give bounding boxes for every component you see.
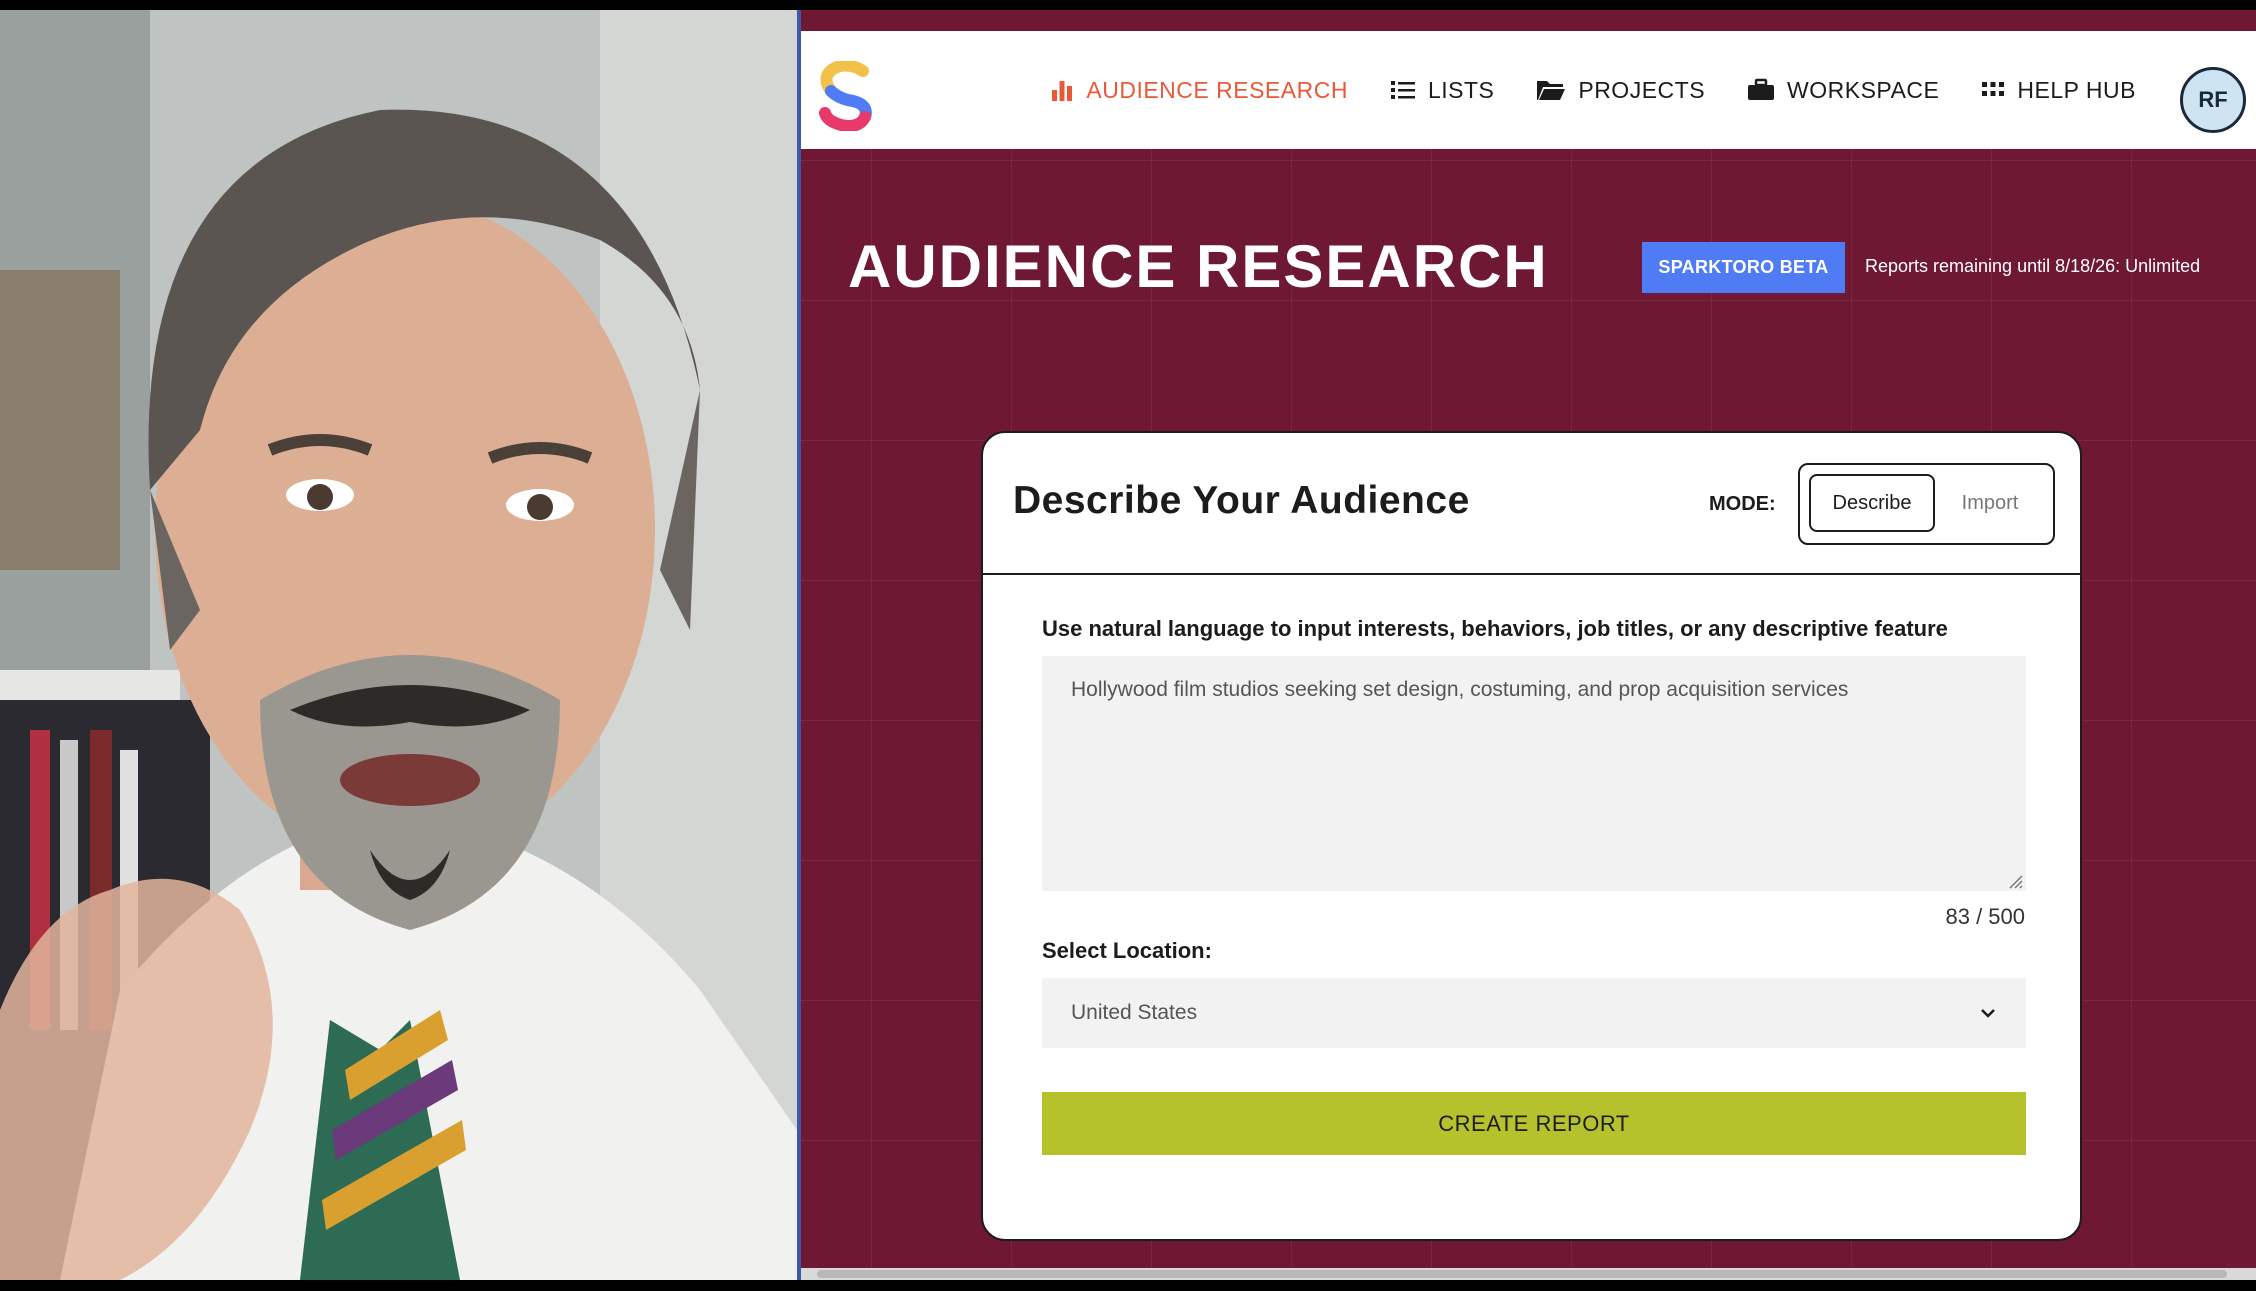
- nav-workspace-label: WORKSPACE: [1787, 76, 1940, 103]
- mode-label: MODE:: [1709, 493, 1776, 515]
- briefcase-icon: [1748, 78, 1775, 100]
- bar-chart-icon: [1052, 81, 1073, 101]
- nav-audience-research[interactable]: AUDIENCE RESEARCH: [1050, 77, 1348, 104]
- nav-lists[interactable]: LISTS: [1390, 77, 1494, 104]
- mode-import-button[interactable]: Import: [1940, 474, 2040, 532]
- location-label: Select Location:: [1042, 938, 1212, 963]
- webcam-feed: [0, 10, 797, 1280]
- presenter-video-frame: [0, 10, 797, 1280]
- list-icon: [1390, 81, 1415, 99]
- scrollbar-thumb[interactable]: [817, 1270, 2227, 1278]
- sparktoro-logo-icon[interactable]: [817, 61, 875, 131]
- horizontal-scrollbar[interactable]: [801, 1268, 2256, 1280]
- beta-badge: SPARKTORO BETA: [1642, 242, 1845, 293]
- sparktoro-app: AUDIENCE RESEARCH LISTS PROJECTS WORKSPA…: [801, 10, 2256, 1280]
- describe-audience-card: Describe Your Audience MODE: Describe Im…: [981, 431, 2082, 1241]
- page-title: AUDIENCE RESEARCH: [848, 233, 1549, 300]
- location-selected-value: United States: [1071, 1001, 1198, 1024]
- chevron-down-icon: [1981, 1009, 1995, 1018]
- audience-description-input[interactable]: Hollywood film studios seeking set desig…: [1042, 656, 2026, 891]
- card-title: Describe Your Audience: [1013, 479, 1470, 522]
- nav-help-hub-label: HELP HUB: [2017, 76, 2136, 103]
- grid-icon: [1982, 82, 2005, 96]
- resize-grip-icon[interactable]: [2007, 873, 2023, 889]
- nav-projects[interactable]: PROJECTS: [1536, 77, 1705, 104]
- nav-workspace[interactable]: WORKSPACE: [1747, 77, 1939, 104]
- location-select[interactable]: United States: [1042, 978, 2026, 1048]
- user-avatar[interactable]: RF: [2180, 67, 2246, 133]
- folder-icon: [1537, 81, 1566, 100]
- nav-projects-label: PROJECTS: [1578, 76, 1706, 103]
- nav-help-hub[interactable]: HELP HUB: [1981, 77, 2136, 104]
- character-count: 83 / 500: [1945, 904, 2025, 929]
- main-nav: AUDIENCE RESEARCH LISTS PROJECTS WORKSPA…: [1050, 31, 2136, 149]
- nav-lists-label: LISTS: [1427, 76, 1495, 103]
- mode-toggle: Describe Import: [1798, 463, 2055, 545]
- reports-remaining-text: Reports remaining until 8/18/26: Unlimit…: [1865, 256, 2201, 276]
- create-report-button[interactable]: CREATE REPORT: [1042, 1092, 2026, 1155]
- description-instruction: Use natural language to input interests,…: [1042, 616, 1948, 641]
- mode-describe-button[interactable]: Describe: [1809, 474, 1935, 532]
- top-strip: [801, 10, 2256, 31]
- card-header: Describe Your Audience MODE: Describe Im…: [983, 433, 2080, 575]
- top-navbar: AUDIENCE RESEARCH LISTS PROJECTS WORKSPA…: [801, 31, 2256, 149]
- nav-audience-research-label: AUDIENCE RESEARCH: [1086, 76, 1348, 103]
